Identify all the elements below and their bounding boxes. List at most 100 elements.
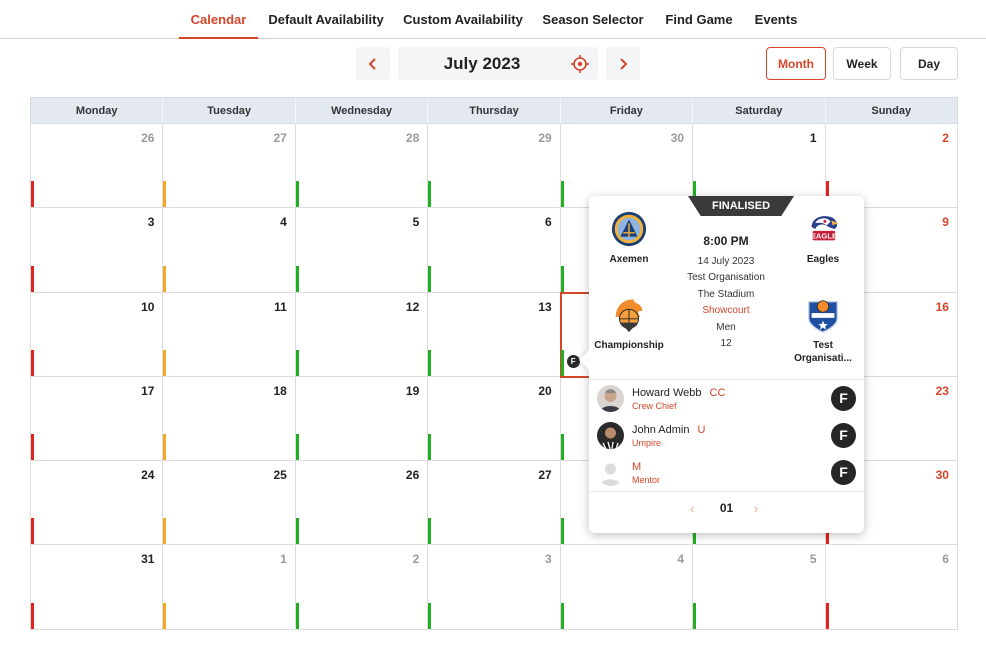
top-tabs: Calendar Default Availability Custom Ava… xyxy=(0,0,986,39)
official-code: CC xyxy=(709,387,726,399)
view-week-button[interactable]: Week xyxy=(833,47,891,80)
month-selector: July 2023 xyxy=(398,47,598,80)
month-label: July 2023 xyxy=(443,54,521,73)
next-page-icon[interactable]: › xyxy=(754,501,758,516)
official-name: Howard Webb xyxy=(632,387,702,399)
calendar-day[interactable]: 5 xyxy=(693,545,826,630)
availability-indicator xyxy=(31,602,34,629)
calendar-day[interactable]: 6 xyxy=(825,545,958,630)
availability-indicator xyxy=(31,181,34,208)
weekday-monday: Monday xyxy=(31,98,164,123)
chevron-left-icon xyxy=(368,58,376,70)
day-number: 20 xyxy=(538,383,552,398)
game-finalised-badge[interactable]: F xyxy=(566,354,580,368)
game-date: 14 July 2023 xyxy=(697,255,755,267)
calendar-day[interactable]: 10 xyxy=(30,292,164,377)
calendar-day[interactable]: 25 xyxy=(163,461,296,546)
availability-indicator xyxy=(428,518,432,545)
availability-indicator xyxy=(428,181,432,208)
calendar-day[interactable]: 13 xyxy=(428,292,561,377)
test-organisation-logo-icon xyxy=(808,300,838,333)
calendar-day[interactable]: 26 xyxy=(295,461,429,546)
home-team-bottom[interactable]: Championship xyxy=(589,296,669,352)
finalised-badge[interactable]: F xyxy=(831,423,856,448)
availability-indicator xyxy=(163,518,167,545)
view-month-button[interactable]: Month xyxy=(766,47,826,80)
calendar-day[interactable]: 20 xyxy=(428,376,561,462)
day-number: 13 xyxy=(538,299,552,314)
calendar-day[interactable]: 4 xyxy=(163,208,296,293)
prev-month-button[interactable] xyxy=(356,47,390,80)
availability-indicator xyxy=(295,602,299,629)
away-team-bottom[interactable]: Test Organisati... xyxy=(783,296,863,365)
calendar-day[interactable]: 24 xyxy=(30,461,164,546)
calendar-day[interactable]: 4 xyxy=(560,545,694,630)
home-team-top[interactable]: Axemen xyxy=(589,210,669,266)
calendar-day[interactable]: 28 xyxy=(295,124,429,209)
calendar-day[interactable]: 27 xyxy=(163,124,296,209)
availability-indicator xyxy=(428,602,432,629)
tab-events[interactable]: Events xyxy=(752,0,800,39)
calendar-day[interactable]: 2 xyxy=(295,545,429,630)
weekday-tuesday: Tuesday xyxy=(163,98,296,123)
page-indicator: 01 xyxy=(719,501,734,515)
day-number: 4 xyxy=(677,552,685,567)
official-row[interactable]: Howard Webb CC Crew Chief F xyxy=(597,385,857,415)
day-number: 26 xyxy=(405,468,420,483)
day-number: 6 xyxy=(545,215,552,230)
day-number: 12 xyxy=(405,299,420,314)
day-number: 1 xyxy=(280,552,287,567)
away-team-top[interactable]: EAGLE Eagles xyxy=(783,210,863,266)
day-number: 23 xyxy=(935,383,949,398)
availability-indicator xyxy=(295,349,299,376)
calendar-day[interactable]: 29 xyxy=(428,124,561,209)
tab-calendar[interactable]: Calendar xyxy=(179,0,258,39)
calendar-day[interactable]: 6 xyxy=(428,208,561,293)
day-number: 5 xyxy=(809,552,817,567)
availability-indicator xyxy=(31,349,34,376)
tab-find-game[interactable]: Find Game xyxy=(662,0,736,39)
calendar-day[interactable]: 12 xyxy=(295,292,429,377)
availability-indicator xyxy=(163,602,167,629)
availability-indicator xyxy=(295,434,299,461)
official-row[interactable]: M Mentor F xyxy=(597,459,857,489)
calendar-day[interactable]: 5 xyxy=(295,208,429,293)
calendar-day[interactable]: 1 xyxy=(163,545,296,630)
calendar-day[interactable]: 18 xyxy=(163,376,296,462)
availability-indicator xyxy=(163,265,167,292)
day-number: 26 xyxy=(141,131,155,145)
day-number: 2 xyxy=(412,552,420,567)
weekday-saturday: Saturday xyxy=(693,98,826,123)
finalised-badge[interactable]: F xyxy=(831,386,856,411)
game-venue: The Stadium xyxy=(697,288,755,300)
official-row[interactable]: John Admin U Umpire F xyxy=(597,422,857,452)
tab-season-selector[interactable]: Season Selector xyxy=(540,0,646,39)
game-organisation: Test Organisation xyxy=(687,272,765,283)
day-number: 30 xyxy=(935,468,949,483)
tab-default-availability[interactable]: Default Availability xyxy=(265,0,387,39)
day-number: 2 xyxy=(942,131,949,145)
availability-indicator xyxy=(163,181,167,208)
official-name: John Admin xyxy=(632,424,690,436)
crosshair-icon[interactable] xyxy=(571,55,589,73)
official-name-line: M xyxy=(632,461,641,473)
finalised-badge[interactable]: F xyxy=(831,460,856,485)
availability-indicator xyxy=(163,434,167,461)
status-badge: FINALISED xyxy=(688,196,794,216)
calendar-day[interactable]: 17 xyxy=(30,376,164,462)
view-day-button[interactable]: Day xyxy=(900,47,958,80)
weekday-friday: Friday xyxy=(561,98,694,123)
official-role: Mentor xyxy=(632,475,661,485)
tab-custom-availability[interactable]: Custom Availability xyxy=(402,0,524,39)
calendar-day[interactable]: 19 xyxy=(295,376,429,462)
calendar-day[interactable]: 27 xyxy=(428,461,561,546)
day-number: 6 xyxy=(942,552,949,567)
next-month-button[interactable] xyxy=(606,47,640,80)
calendar-day[interactable]: 26 xyxy=(30,124,164,209)
calendar-day[interactable]: 11 xyxy=(163,292,296,377)
calendar-day[interactable]: 3 xyxy=(30,208,164,293)
availability-indicator xyxy=(825,602,829,629)
axemen-logo-icon xyxy=(611,211,647,247)
calendar-day[interactable]: 3 xyxy=(428,545,561,630)
calendar-day[interactable]: 31 xyxy=(30,545,164,630)
